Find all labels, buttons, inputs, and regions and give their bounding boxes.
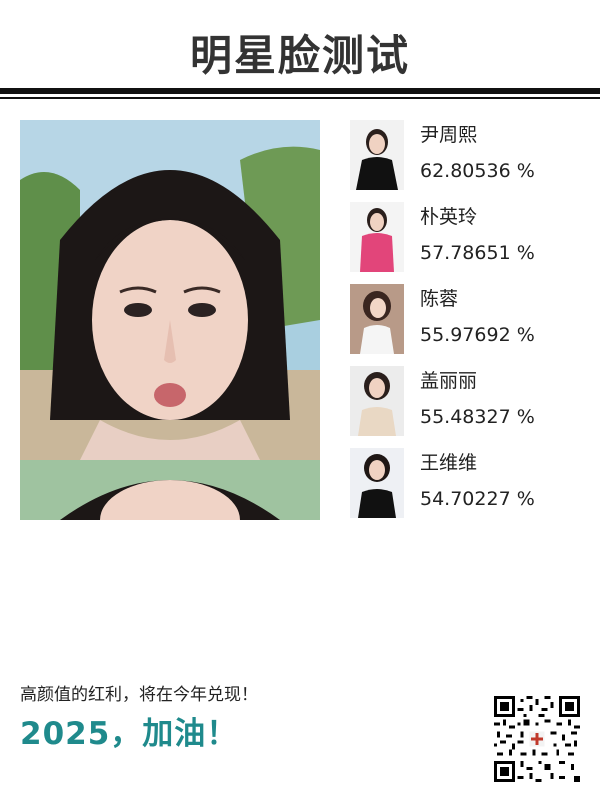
celebrity-name: 尹周熙 xyxy=(420,124,478,146)
celebrity-photo xyxy=(350,284,404,354)
match-item: 王维维 54.70227 % xyxy=(350,448,590,530)
page-title: 明星脸测试 xyxy=(189,31,410,80)
match-item: 朴英玲 57.78651 % xyxy=(350,202,590,284)
similarity-score: 54.70227 % xyxy=(420,488,535,510)
cheer-text: 2025，加油！ xyxy=(20,716,239,752)
header-divider-thin xyxy=(0,97,600,99)
similarity-score: 55.97692 % xyxy=(420,324,535,346)
user-face-image xyxy=(20,120,320,460)
slogan-text: 高颜值的红利，将在今年兑现！ xyxy=(20,685,258,705)
similarity-score: 62.80536 % xyxy=(420,160,535,182)
celebrity-photo xyxy=(350,366,404,436)
celebrity-photo xyxy=(350,120,404,190)
celebrity-photo xyxy=(350,202,404,272)
celebrity-name: 朴英玲 xyxy=(420,206,478,228)
celebrity-name: 盖丽丽 xyxy=(420,370,478,392)
similarity-score: 57.78651 % xyxy=(420,242,535,264)
celebrity-name: 王维维 xyxy=(420,452,478,474)
celebrity-photo xyxy=(350,448,404,518)
match-item: 盖丽丽 55.48327 % xyxy=(350,366,590,448)
celebrity-name: 陈蓉 xyxy=(420,288,459,310)
match-results-list: 尹周熙 62.80536 % 朴英玲 57.78651 % 陈蓉 55.9769… xyxy=(350,120,590,530)
user-photo xyxy=(20,120,320,520)
match-item: 尹周熙 62.80536 % xyxy=(350,120,590,202)
user-photo-repeat-strip xyxy=(20,460,320,520)
match-item: 陈蓉 55.97692 % xyxy=(350,284,590,366)
qr-code-icon[interactable] xyxy=(494,696,580,782)
similarity-score: 55.48327 % xyxy=(420,406,535,428)
header-divider-thick xyxy=(0,88,600,94)
